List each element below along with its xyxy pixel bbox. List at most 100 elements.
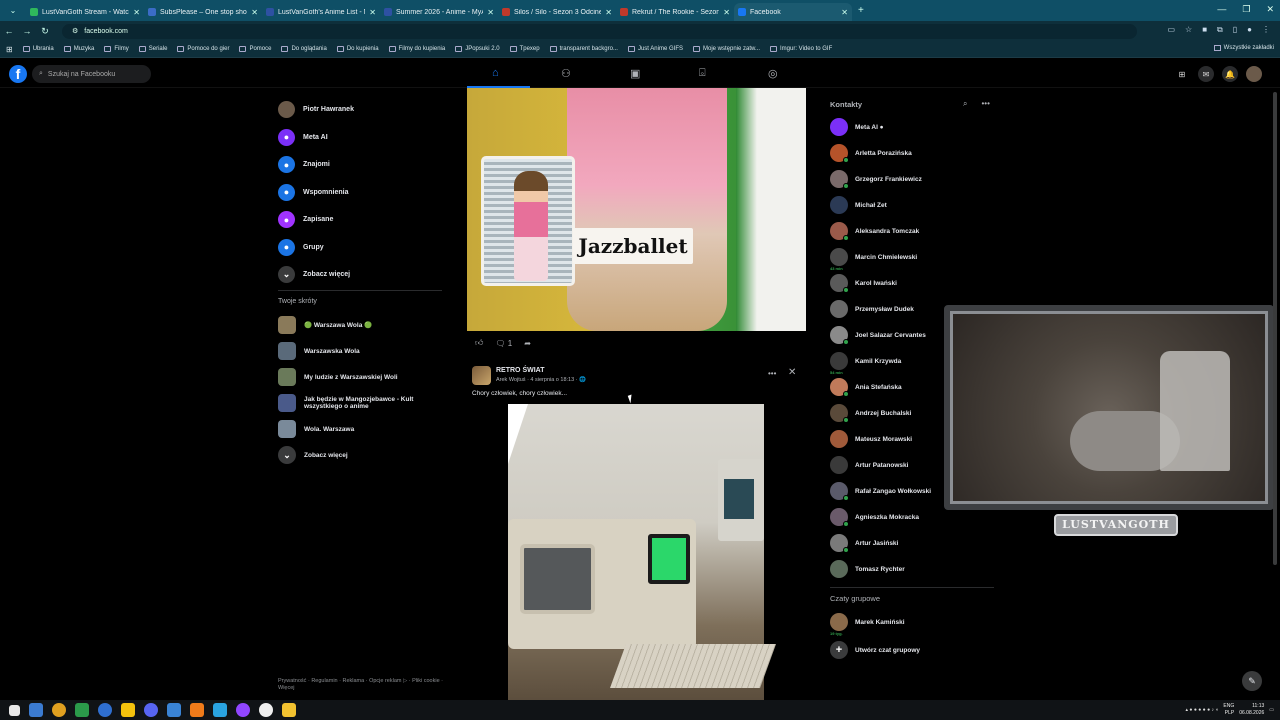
bookmark[interactable]: Do oglądania bbox=[281, 46, 327, 52]
twitch-icon[interactable] bbox=[236, 703, 250, 717]
menu-grid-icon[interactable]: ⊞ bbox=[1174, 66, 1190, 82]
contact-item[interactable]: Joel Salazar Cervantes bbox=[830, 326, 926, 345]
contact-item[interactable]: Arletta Porazińska bbox=[830, 144, 912, 163]
gaming-icon[interactable]: ◎ bbox=[768, 67, 778, 80]
vlc-icon[interactable] bbox=[190, 703, 204, 717]
close-tab-icon[interactable]: ✕ bbox=[133, 8, 140, 17]
contact-item[interactable]: Przemysław Dudek bbox=[830, 300, 914, 318]
close-tab-icon[interactable]: ✕ bbox=[487, 8, 494, 17]
left-nav-item[interactable]: ● Zapisane bbox=[278, 206, 448, 234]
bookmark-star-icon[interactable]: ☆ bbox=[1185, 25, 1192, 35]
new-message-icon[interactable]: ✎ bbox=[1242, 671, 1262, 691]
contact-item[interactable]: Artur Patanowski bbox=[830, 456, 908, 474]
bookmark[interactable]: Seriale bbox=[138, 46, 167, 52]
footer-links[interactable]: Prywatność · Regulamin · Reklama · Opcje… bbox=[278, 678, 443, 692]
all-bookmarks[interactable]: Wszystkie zakładki bbox=[1213, 45, 1274, 51]
close-tab-icon[interactable]: ✕ bbox=[251, 8, 258, 17]
contact-item[interactable]: Grzegorz Frankiewicz bbox=[830, 170, 922, 189]
page-avatar[interactable] bbox=[472, 366, 491, 385]
left-nav-item[interactable]: ⌄ Zobacz więcej bbox=[278, 261, 448, 289]
clock[interactable]: 11:13 06.08.2026 bbox=[1239, 703, 1264, 717]
left-nav-item[interactable]: ● Znajomi bbox=[278, 151, 448, 179]
close-tab-icon[interactable]: ✕ bbox=[841, 8, 848, 17]
obs-icon[interactable] bbox=[259, 703, 273, 717]
bookmark[interactable]: Moje wstępnie zatw... bbox=[692, 46, 760, 52]
close-post-icon[interactable]: ✕ bbox=[788, 367, 796, 378]
bookmark[interactable]: Pomoce do gier bbox=[177, 46, 229, 52]
close-tab-icon[interactable]: ✕ bbox=[723, 8, 730, 17]
contact-item[interactable]: Aleksandra Tomczak bbox=[830, 222, 919, 241]
shortcut-item[interactable]: Wola. Warszawa bbox=[278, 420, 448, 438]
marketplace-icon[interactable]: ⌺ bbox=[699, 67, 706, 80]
app-icon[interactable] bbox=[121, 703, 135, 717]
shortcut-item[interactable]: Warszawska Wola bbox=[278, 342, 448, 360]
shortcut-item[interactable]: My ludzie z Warszawskiej Woli bbox=[278, 368, 448, 386]
folder-icon[interactable] bbox=[282, 703, 296, 717]
post-image-jazzballet[interactable]: Jazzballet bbox=[467, 88, 806, 331]
telegram-icon[interactable] bbox=[213, 703, 227, 717]
forward-icon[interactable]: → bbox=[18, 26, 36, 36]
new-tab-button[interactable]: + bbox=[858, 5, 864, 16]
browser-tab[interactable]: LustVanGoth's Anime List - My ✕ bbox=[262, 3, 380, 21]
video-icon[interactable]: ▣ bbox=[630, 67, 640, 80]
chrome-icon[interactable] bbox=[52, 703, 66, 717]
bookmark[interactable]: Pomoce bbox=[239, 46, 271, 52]
shortcut-item[interactable]: Jak będzie w Mangozjebawce - Kult wszyst… bbox=[278, 394, 448, 412]
bookmark[interactable]: Do kupienia bbox=[336, 46, 379, 52]
facebook-search[interactable]: ⌕ Szukaj na Facebooku bbox=[32, 65, 151, 83]
account-avatar[interactable] bbox=[1246, 66, 1262, 82]
share-icon[interactable]: ➦ bbox=[524, 339, 531, 348]
messenger-icon[interactable]: ✉ bbox=[1198, 66, 1214, 82]
friends-nav-icon[interactable]: ⚇ bbox=[561, 67, 571, 80]
site-info-icon[interactable]: ⚙ bbox=[72, 27, 78, 35]
minimize-icon[interactable]: — bbox=[1217, 4, 1226, 15]
reload-icon[interactable]: ↻ bbox=[36, 26, 54, 37]
browser-tab[interactable]: Facebook ✕ bbox=[734, 3, 852, 21]
browser-tab[interactable]: Silos / Silo - Sezon 3 Odcinek 3✕ bbox=[498, 3, 616, 21]
maximize-icon[interactable]: ❐ bbox=[1242, 4, 1250, 15]
contact-item[interactable]: Mateusz Morawski bbox=[830, 430, 912, 448]
notification-center-icon[interactable]: ▭ bbox=[1269, 707, 1274, 713]
split-view-icon[interactable]: ▯ bbox=[1233, 25, 1237, 35]
like-icon[interactable]: 👍︎ bbox=[475, 338, 483, 348]
search-contacts-icon[interactable]: ⌕ bbox=[963, 99, 967, 109]
browser-tab[interactable]: LustVanGoth Stream - Watch L ✕ bbox=[26, 3, 144, 21]
back-icon[interactable]: ← bbox=[0, 26, 18, 36]
bookmark[interactable]: transparent backgro... bbox=[549, 46, 618, 52]
contact-item[interactable]: Karol Iwański bbox=[830, 274, 897, 293]
cast-icon[interactable]: ▭ bbox=[1167, 25, 1175, 35]
start-icon[interactable] bbox=[9, 704, 20, 716]
app-icon[interactable] bbox=[75, 703, 89, 717]
close-tab-icon[interactable]: ✕ bbox=[369, 8, 376, 17]
bookmark[interactable]: JPopsuki 2.0 bbox=[455, 46, 500, 52]
browser-tab[interactable]: SubsPlease – One stop shop fo ✕ bbox=[144, 3, 262, 21]
app-icon[interactable] bbox=[167, 703, 181, 717]
bookmark[interactable]: Filmy do kupienia bbox=[388, 46, 445, 52]
group-chat-item[interactable]: 19 tyg. Marek Kamiński bbox=[829, 613, 905, 636]
post-author[interactable]: RETRO ŚWIAT bbox=[496, 367, 544, 374]
tab-search-icon[interactable]: ⌄ bbox=[0, 6, 26, 15]
contact-item[interactable]: Meta AI ● bbox=[830, 118, 884, 136]
contact-item[interactable]: 43 min Marcin Chmielewski bbox=[829, 248, 917, 271]
contacts-more-icon[interactable]: ••• bbox=[981, 99, 989, 109]
profile-avatar[interactable]: ● bbox=[1247, 25, 1252, 35]
close-tab-icon[interactable]: ✕ bbox=[605, 8, 612, 17]
bookmark[interactable]: Filmy bbox=[104, 46, 129, 52]
app-icon[interactable] bbox=[98, 703, 112, 717]
browser-menu-icon[interactable]: ⋮ bbox=[1262, 25, 1270, 35]
bookmark[interactable]: Muzyka bbox=[63, 46, 94, 52]
browser-tab[interactable]: Summer 2026 - Anime - MyAn ✕ bbox=[380, 3, 498, 21]
contact-item[interactable]: Andrzej Buchalski bbox=[830, 404, 911, 423]
shortcut-item[interactable]: ⌄ Zobacz więcej bbox=[278, 446, 448, 464]
bookmark[interactable]: Just Anime GIFS bbox=[627, 46, 683, 52]
contact-item[interactable]: Artur Jasiński bbox=[830, 534, 898, 553]
tray-icons[interactable]: ▴ ● ● ● ● ● ♪ ◖ bbox=[1186, 707, 1219, 713]
contact-item[interactable]: Rafał Zangao Wołkowski bbox=[830, 482, 931, 501]
close-window-icon[interactable]: ✕ bbox=[1266, 4, 1274, 15]
bookmark[interactable]: Imgur: Video to GIF bbox=[770, 46, 832, 52]
apps-icon[interactable]: ⊞ bbox=[6, 45, 13, 54]
bookmark[interactable]: Tpexep bbox=[509, 46, 540, 52]
comment-icon[interactable]: 🗨︎ 1 bbox=[495, 339, 512, 348]
contact-item[interactable]: Tomasz Rychter bbox=[830, 560, 905, 578]
facebook-logo[interactable]: f bbox=[9, 65, 27, 83]
